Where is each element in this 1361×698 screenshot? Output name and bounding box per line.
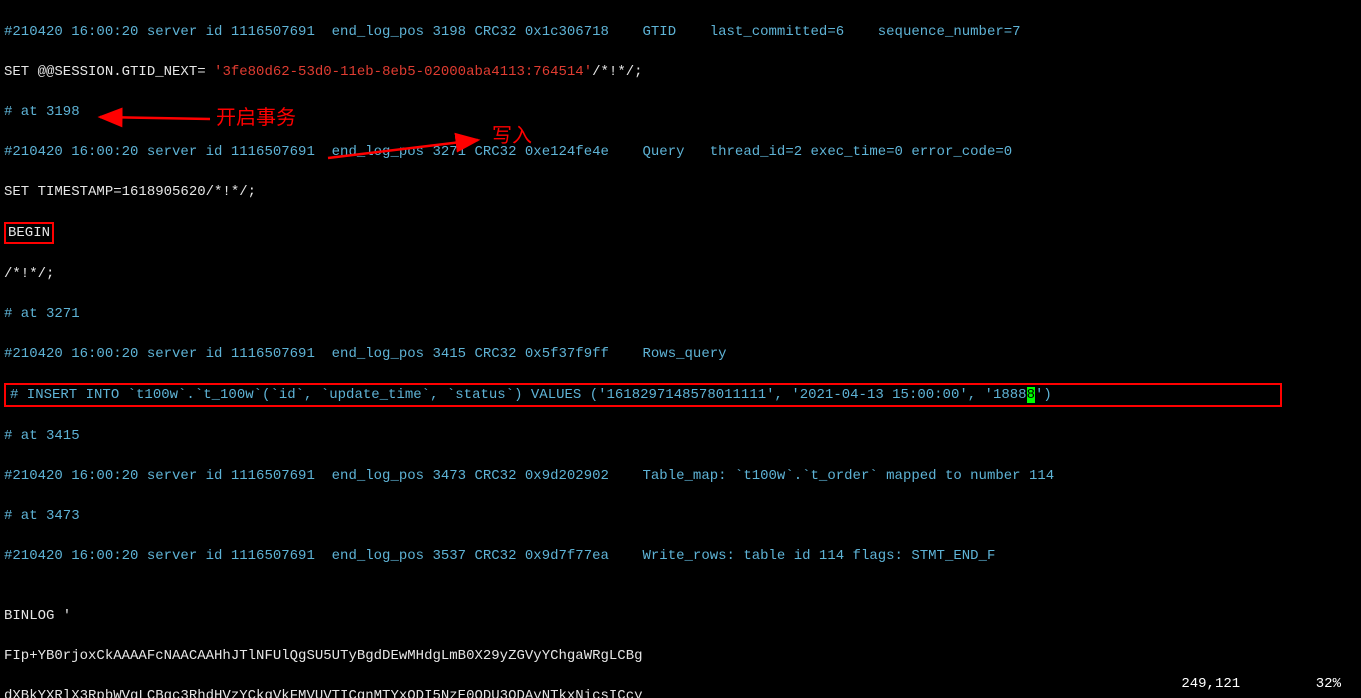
binlog-line: # at 3415 — [4, 426, 1357, 446]
binlog-line: # at 3271 — [4, 304, 1357, 324]
scroll-percent: 32% — [1316, 676, 1341, 692]
binlog-line: #210420 16:00:20 server id 1116507691 en… — [4, 466, 1357, 486]
begin-highlight-box: BEGIN — [4, 222, 54, 244]
binlog-line: SET @@SESSION.GTID_NEXT= '3fe80d62-53d0-… — [4, 62, 1357, 82]
binlog-line: BINLOG ' — [4, 606, 1357, 626]
binlog-line: #210420 16:00:20 server id 1116507691 en… — [4, 142, 1357, 162]
insert-highlight-box: # INSERT INTO `t100w`.`t_100w`(`id`, `up… — [4, 383, 1282, 407]
binlog-line: #210420 16:00:20 server id 1116507691 en… — [4, 546, 1357, 566]
binlog-line: SET TIMESTAMP=1618905620/*!*/; — [4, 182, 1357, 202]
cursor: 8 — [1027, 387, 1035, 403]
annotation-begin-label: 开启事务 — [216, 108, 296, 128]
annotation-insert-label: 写入 — [492, 126, 532, 146]
terminal-output[interactable]: #210420 16:00:20 server id 1116507691 en… — [0, 0, 1361, 698]
binlog-line: /*!*/; — [4, 264, 1357, 284]
vim-status-bar: 249,121 32% — [1181, 674, 1341, 694]
cursor-position: 249,121 — [1181, 676, 1240, 692]
binlog-line: # at 3198 — [4, 102, 1357, 122]
binlog-line: #210420 16:00:20 server id 1116507691 en… — [4, 344, 1357, 364]
binlog-line: FIp+YB0rjoxCkAAAAFcNAACAAHhJTlNFUlQgSU5U… — [4, 646, 1357, 666]
binlog-line: # at 3473 — [4, 506, 1357, 526]
begin-statement: BEGIN — [4, 222, 1357, 244]
binlog-line: #210420 16:00:20 server id 1116507691 en… — [4, 22, 1357, 42]
binlog-line: dXBkYXRlX3RpbWVgLCBgc3RhdHVzYCkgVkFMVUVT… — [4, 686, 1357, 698]
